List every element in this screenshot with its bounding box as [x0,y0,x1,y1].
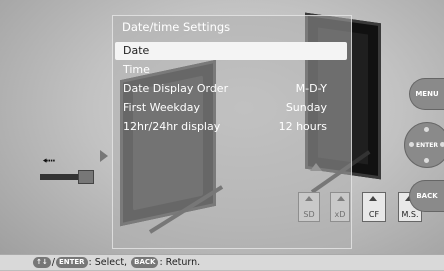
arrow-right-icon [100,150,108,162]
usb-icon: ⭪ [42,151,56,172]
back-key-icon: BACK [131,257,159,268]
menu-item-date-display-order[interactable]: Date Display Order M-D-Y [115,80,347,98]
cf-card-slot: CF [362,192,386,222]
enter-key-icon: ENTER [55,257,88,268]
menu-item-label: Time [123,63,150,76]
up-down-arrows-icon: ↑↓ [33,257,51,268]
enter-label: ENTER [416,141,438,149]
menu-item-date[interactable]: Date [115,42,347,60]
back-button[interactable]: BACK [409,180,444,212]
menu-button[interactable]: MENU [409,78,444,110]
help-bar: ↑↓ / ENTER: Select, BACK: Return. [0,254,444,270]
menu-item-value: Sunday [285,101,327,114]
enter-button[interactable]: ENTER [404,122,444,168]
usb-plug-icon [78,170,94,184]
dialog-title: Date/time Settings [122,20,231,34]
settings-dialog: Date/time Settings Date Time Date Displa… [112,15,352,249]
settings-menu: Date Time Date Display Order M-D-Y First… [115,42,347,137]
menu-item-label: 12hr/24hr display [123,120,221,133]
menu-item-label: First Weekday [123,101,201,114]
menu-item-value: M-D-Y [295,82,327,95]
menu-item-12-24hr-display[interactable]: 12hr/24hr display 12 hours [115,118,347,136]
menu-item-value: 12 hours [278,120,327,133]
select-hint: : Select, [88,257,131,268]
menu-item-label: Date Display Order [123,82,229,95]
menu-item-first-weekday[interactable]: First Weekday Sunday [115,99,347,117]
menu-item-label: Date [123,44,150,57]
return-hint: : Return. [159,257,201,268]
menu-item-time[interactable]: Time [115,61,347,79]
